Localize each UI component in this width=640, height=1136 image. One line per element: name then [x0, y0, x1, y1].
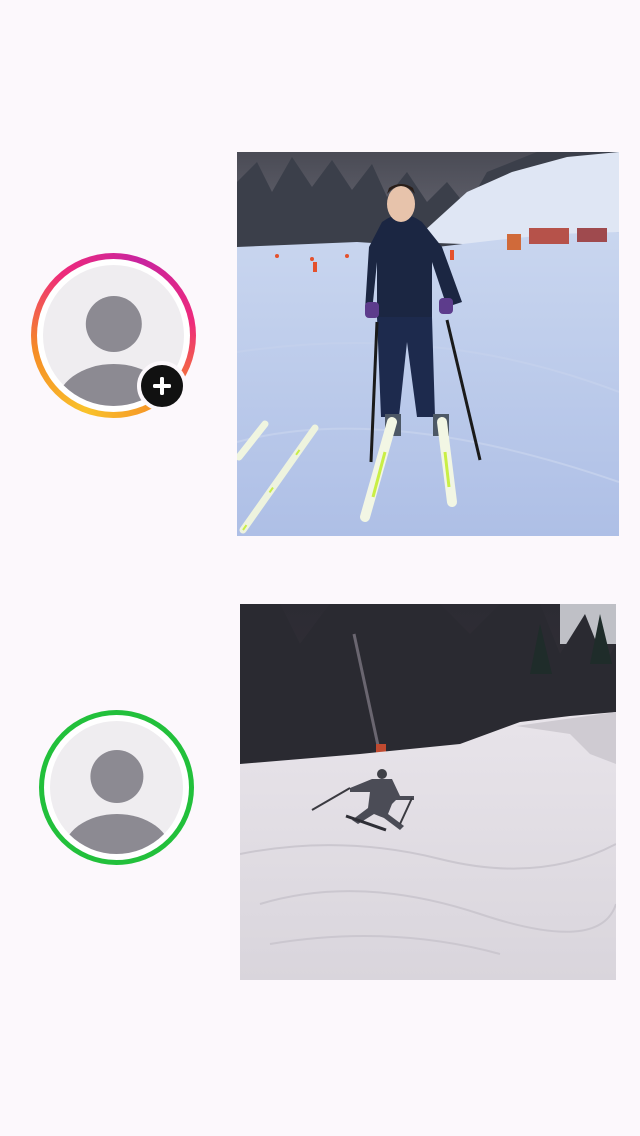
default-user-icon [50, 721, 183, 854]
skier-turning-downhill-photo[interactable] [240, 604, 616, 980]
story-avatar-close-friends[interactable] [39, 710, 194, 865]
story-screen [0, 0, 640, 1136]
avatar-head-shape [85, 296, 142, 353]
avatar-inner-border [44, 715, 189, 860]
add-story-button[interactable] [137, 361, 187, 411]
avatar-head-shape [89, 750, 144, 804]
plus-icon [153, 377, 171, 395]
skier-standing-on-slope-photo[interactable] [237, 152, 619, 536]
avatar-body-shape [61, 814, 172, 854]
